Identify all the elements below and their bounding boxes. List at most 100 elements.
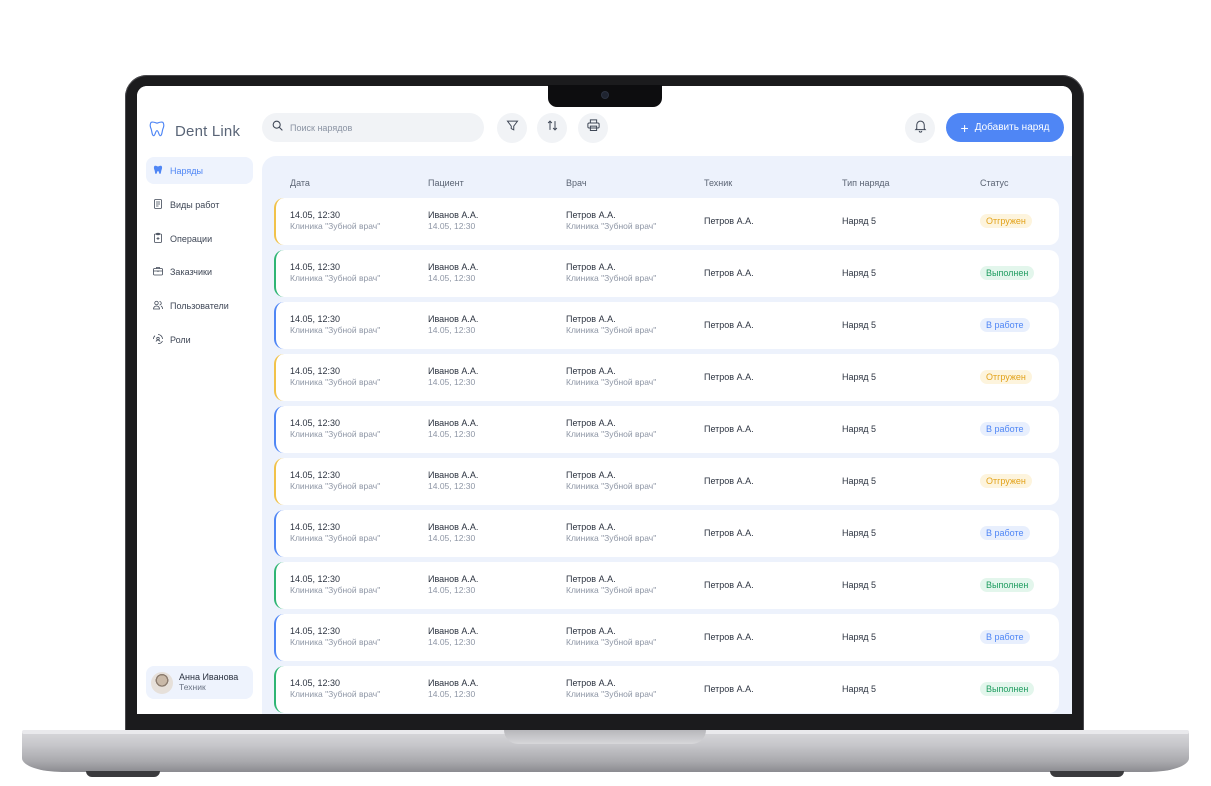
table-row[interactable]: 14.05, 12:30 Клиника "Зубной врач" Иванов … <box>274 614 1059 661</box>
orders-panel: Дата Пациент Врач Техник Тип наряда Стат… <box>262 156 1072 714</box>
order-clinic: Клиника "Зубной врач" <box>290 481 381 491</box>
order-clinic: Клиника "Зубной врач" <box>290 585 381 595</box>
order-clinic: Клиника "Зубной врач" <box>290 533 381 543</box>
sidebar-item-roles[interactable]: Роли <box>146 326 253 353</box>
cell-doctor: Петров А.А. Клиника "Зубной врач" <box>566 626 656 648</box>
patient-date: 14.05, 12:30 <box>428 533 476 543</box>
table-row[interactable]: 14.05, 12:30 Клиника "Зубной врач" Иванов … <box>274 406 1059 453</box>
patient-date: 14.05, 12:30 <box>428 377 476 387</box>
status-badge: В работе <box>980 630 1030 644</box>
cell-patient: Иванов А.А. 14.05, 12:30 <box>428 314 478 336</box>
cell-date: 14.05, 12:30 Клиника "Зубной врач" <box>290 470 380 492</box>
sidebar-item-orders[interactable]: Наряды <box>146 157 253 184</box>
order-date: 14.05, 12:30 <box>290 314 341 324</box>
doctor-name: Петров А.А. <box>566 522 616 532</box>
cell-order-type: Наряд 5 <box>842 320 877 330</box>
table-row[interactable]: 14.05, 12:30 Клиника "Зубной врач" Иванов … <box>274 666 1059 713</box>
patient-date: 14.05, 12:30 <box>428 481 476 491</box>
screen: Dent Link Поиск нарядов + Добавить наряд… <box>137 86 1072 714</box>
doctor-clinic: Клиника "Зубной врач" <box>566 377 657 387</box>
order-date: 14.05, 12:30 <box>290 366 341 376</box>
sidebar-item-users[interactable]: Пользователи <box>146 292 253 319</box>
cell-patient: Иванов А.А. 14.05, 12:30 <box>428 470 478 492</box>
sidebar-item-label: Заказчики <box>170 266 212 277</box>
table-header: Дата Пациент Врач Техник Тип наряда Стат… <box>290 178 1050 192</box>
cell-technician: Петров А.А. <box>704 476 754 486</box>
doctor-name: Петров А.А. <box>566 262 616 272</box>
laptop-foot-right <box>1050 771 1124 777</box>
cell-date: 14.05, 12:30 Клиника "Зубной врач" <box>290 210 380 232</box>
table-row[interactable]: 14.05, 12:30 Клиника "Зубной врач" Иванов … <box>274 562 1059 609</box>
order-date: 14.05, 12:30 <box>290 418 341 428</box>
column-header-status[interactable]: Статус <box>980 178 1008 188</box>
user-profile-card[interactable]: Анна Иванова Техник <box>146 666 253 699</box>
add-order-button[interactable]: + Добавить наряд <box>946 113 1064 142</box>
doctor-clinic: Клиника "Зубной врач" <box>566 325 657 335</box>
sort-button[interactable] <box>537 113 567 143</box>
cell-patient: Иванов А.А. 14.05, 12:30 <box>428 366 478 388</box>
cell-order-type: Наряд 5 <box>842 372 877 382</box>
cell-patient: Иванов А.А. 14.05, 12:30 <box>428 522 478 544</box>
column-header-order-type[interactable]: Тип наряда <box>842 178 890 188</box>
sidebar-item-label: Операции <box>170 233 213 244</box>
app-logo[interactable]: Dent Link <box>147 119 240 144</box>
order-date: 14.05, 12:30 <box>290 210 341 220</box>
column-header-doctor[interactable]: Врач <box>566 178 587 188</box>
table-row[interactable]: 14.05, 12:30 Клиника "Зубной врач" Иванов … <box>274 302 1059 349</box>
cell-doctor: Петров А.А. Клиника "Зубной врач" <box>566 210 656 232</box>
filter-button[interactable] <box>497 113 527 143</box>
table-row[interactable]: 14.05, 12:30 Клиника "Зубной врач" Иванов … <box>274 250 1059 297</box>
table-row[interactable]: 14.05, 12:30 Клиника "Зубной врач" Иванов … <box>274 354 1059 401</box>
cell-patient: Иванов А.А. 14.05, 12:30 <box>428 210 478 232</box>
patient-name: Иванов А.А. <box>428 210 479 220</box>
cell-date: 14.05, 12:30 Клиника "Зубной врач" <box>290 574 380 596</box>
cell-doctor: Петров А.А. Клиника "Зубной врач" <box>566 366 656 388</box>
table-row[interactable]: 14.05, 12:30 Клиника "Зубной врач" Иванов … <box>274 198 1059 245</box>
status-badge: Отгружен <box>980 474 1032 488</box>
patient-date: 14.05, 12:30 <box>428 273 476 283</box>
laptop-foot-left <box>86 771 160 777</box>
order-clinic: Клиника "Зубной врач" <box>290 221 381 231</box>
column-header-technician[interactable]: Техник <box>704 178 732 188</box>
cell-order-type: Наряд 5 <box>842 528 877 538</box>
doctor-clinic: Клиника "Зубной врач" <box>566 273 657 283</box>
table-row[interactable]: 14.05, 12:30 Клиника "Зубной врач" Иванов … <box>274 458 1059 505</box>
roles-icon <box>152 333 164 347</box>
document-icon <box>152 198 164 212</box>
search-box[interactable] <box>262 113 484 142</box>
tooth-icon <box>152 164 164 178</box>
cell-date: 14.05, 12:30 Клиника "Зубной врач" <box>290 678 380 700</box>
search-icon <box>271 119 284 137</box>
patient-date: 14.05, 12:30 <box>428 585 476 595</box>
sidebar-item-label: Виды работ <box>170 199 220 210</box>
order-date: 14.05, 12:30 <box>290 678 341 688</box>
doctor-name: Петров А.А. <box>566 418 616 428</box>
cell-technician: Петров А.А. <box>704 216 754 226</box>
notifications-button[interactable] <box>905 113 935 143</box>
patient-date: 14.05, 12:30 <box>428 325 476 335</box>
print-button[interactable] <box>578 113 608 143</box>
order-clinic: Клиника "Зубной врач" <box>290 689 381 699</box>
sidebar-item-work-types[interactable]: Виды работ <box>146 191 253 218</box>
cell-technician: Петров А.А. <box>704 424 754 434</box>
cell-order-type: Наряд 5 <box>842 476 877 486</box>
search-input[interactable] <box>290 122 460 133</box>
sidebar-item-customers[interactable]: Заказчики <box>146 258 253 285</box>
cell-patient: Иванов А.А. 14.05, 12:30 <box>428 626 478 648</box>
cell-order-type: Наряд 5 <box>842 268 877 278</box>
cell-doctor: Петров А.А. Клиника "Зубной врач" <box>566 678 656 700</box>
status-badge: Выполнен <box>980 578 1035 592</box>
column-header-date[interactable]: Дата <box>290 178 310 188</box>
sidebar-item-operations[interactable]: Операции <box>146 225 253 252</box>
app-window: Dent Link Поиск нарядов + Добавить наряд… <box>137 86 1072 714</box>
cell-technician: Петров А.А. <box>704 580 754 590</box>
bell-icon <box>913 118 928 138</box>
table-row[interactable]: 14.05, 12:30 Клиника "Зубной врач" Иванов … <box>274 510 1059 557</box>
doctor-clinic: Клиника "Зубной врач" <box>566 429 657 439</box>
cell-date: 14.05, 12:30 Клиника "Зубной врач" <box>290 314 380 336</box>
cell-date: 14.05, 12:30 Клиника "Зубной врач" <box>290 522 380 544</box>
status-badge: В работе <box>980 318 1030 332</box>
patient-name: Иванов А.А. <box>428 574 479 584</box>
column-header-patient[interactable]: Пациент <box>428 178 464 188</box>
add-order-label: Добавить наряд <box>974 122 1050 133</box>
